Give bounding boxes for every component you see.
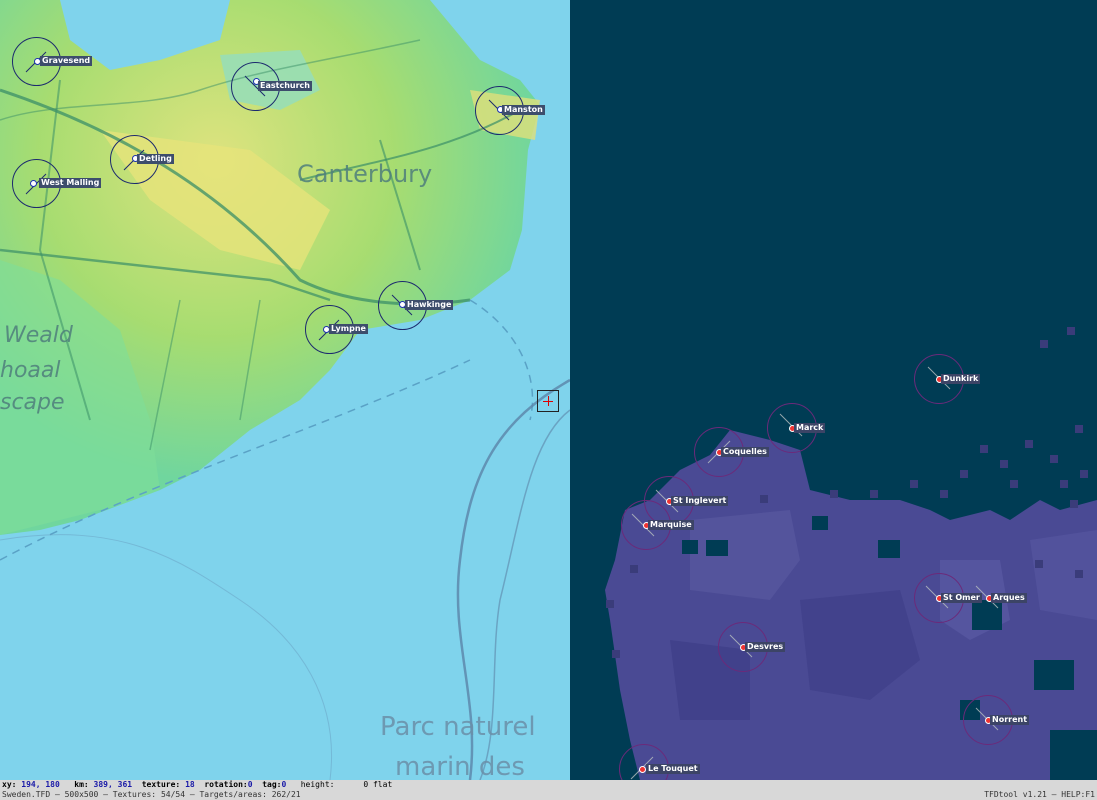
airfield-label: Hawkinge: [405, 300, 454, 310]
label-weald-3: scape: [0, 390, 65, 415]
label-parc-1: Parc naturel: [380, 712, 536, 742]
texture-map-svg: [605, 327, 1097, 780]
texture-map-view[interactable]: Dunkirk Marck Coquelles St Inglevert Mar…: [570, 0, 1097, 780]
airfield-label: West Malling: [39, 178, 102, 188]
km-value: 389, 361: [93, 780, 133, 789]
airfield-label: Dunkirk: [941, 374, 981, 384]
label-weald-1: Weald: [4, 323, 73, 348]
airfield-label: Marck: [794, 423, 826, 433]
airfield-label: Manston: [502, 105, 545, 115]
status-bar: xy: 194, 180 km: 389, 361 texture: 18 ro…: [0, 780, 1097, 800]
airfield-label: Arques: [991, 593, 1027, 603]
airfield-label: Marquise: [648, 520, 694, 530]
airfield-label: Detling: [137, 154, 174, 164]
rotation-value: 0: [247, 780, 253, 789]
airfield-label: Norrent: [990, 715, 1030, 725]
map-cursor: [537, 390, 559, 412]
height-value: 0 flat: [363, 780, 393, 789]
status-version: TFDtool v1.21 – HELP:F1: [984, 790, 1095, 799]
airfield-label: St Inglevert: [671, 496, 729, 506]
xy-value: 194, 180: [21, 780, 60, 789]
label-parc-2: marin des: [395, 752, 525, 780]
airfield-label: Gravesend: [40, 56, 93, 66]
texture-value: 18: [185, 780, 195, 789]
status-line-coords: xy: 194, 180 km: 389, 361 texture: 18 ro…: [2, 780, 393, 789]
airfield-label: St Omer: [941, 593, 982, 603]
status-file-info: Sweden.TFD – 500x500 – Textures: 54/54 –…: [2, 790, 301, 799]
airfield-label: Eastchurch: [258, 81, 312, 91]
tag-value: 0: [281, 780, 287, 789]
airfield-label: Le Touquet: [646, 764, 700, 774]
label-weald-2: hoaal: [0, 358, 61, 383]
airfield-label: Lympne: [329, 324, 368, 334]
tfdtool-window: Canterbury Weald hoaal scape Parc nature…: [0, 0, 1097, 800]
label-canterbury: Canterbury: [297, 160, 433, 188]
airfield-label: Desvres: [745, 642, 786, 652]
background-map-view[interactable]: Canterbury Weald hoaal scape Parc nature…: [0, 0, 570, 780]
airfield-label: Coquelles: [721, 447, 769, 457]
